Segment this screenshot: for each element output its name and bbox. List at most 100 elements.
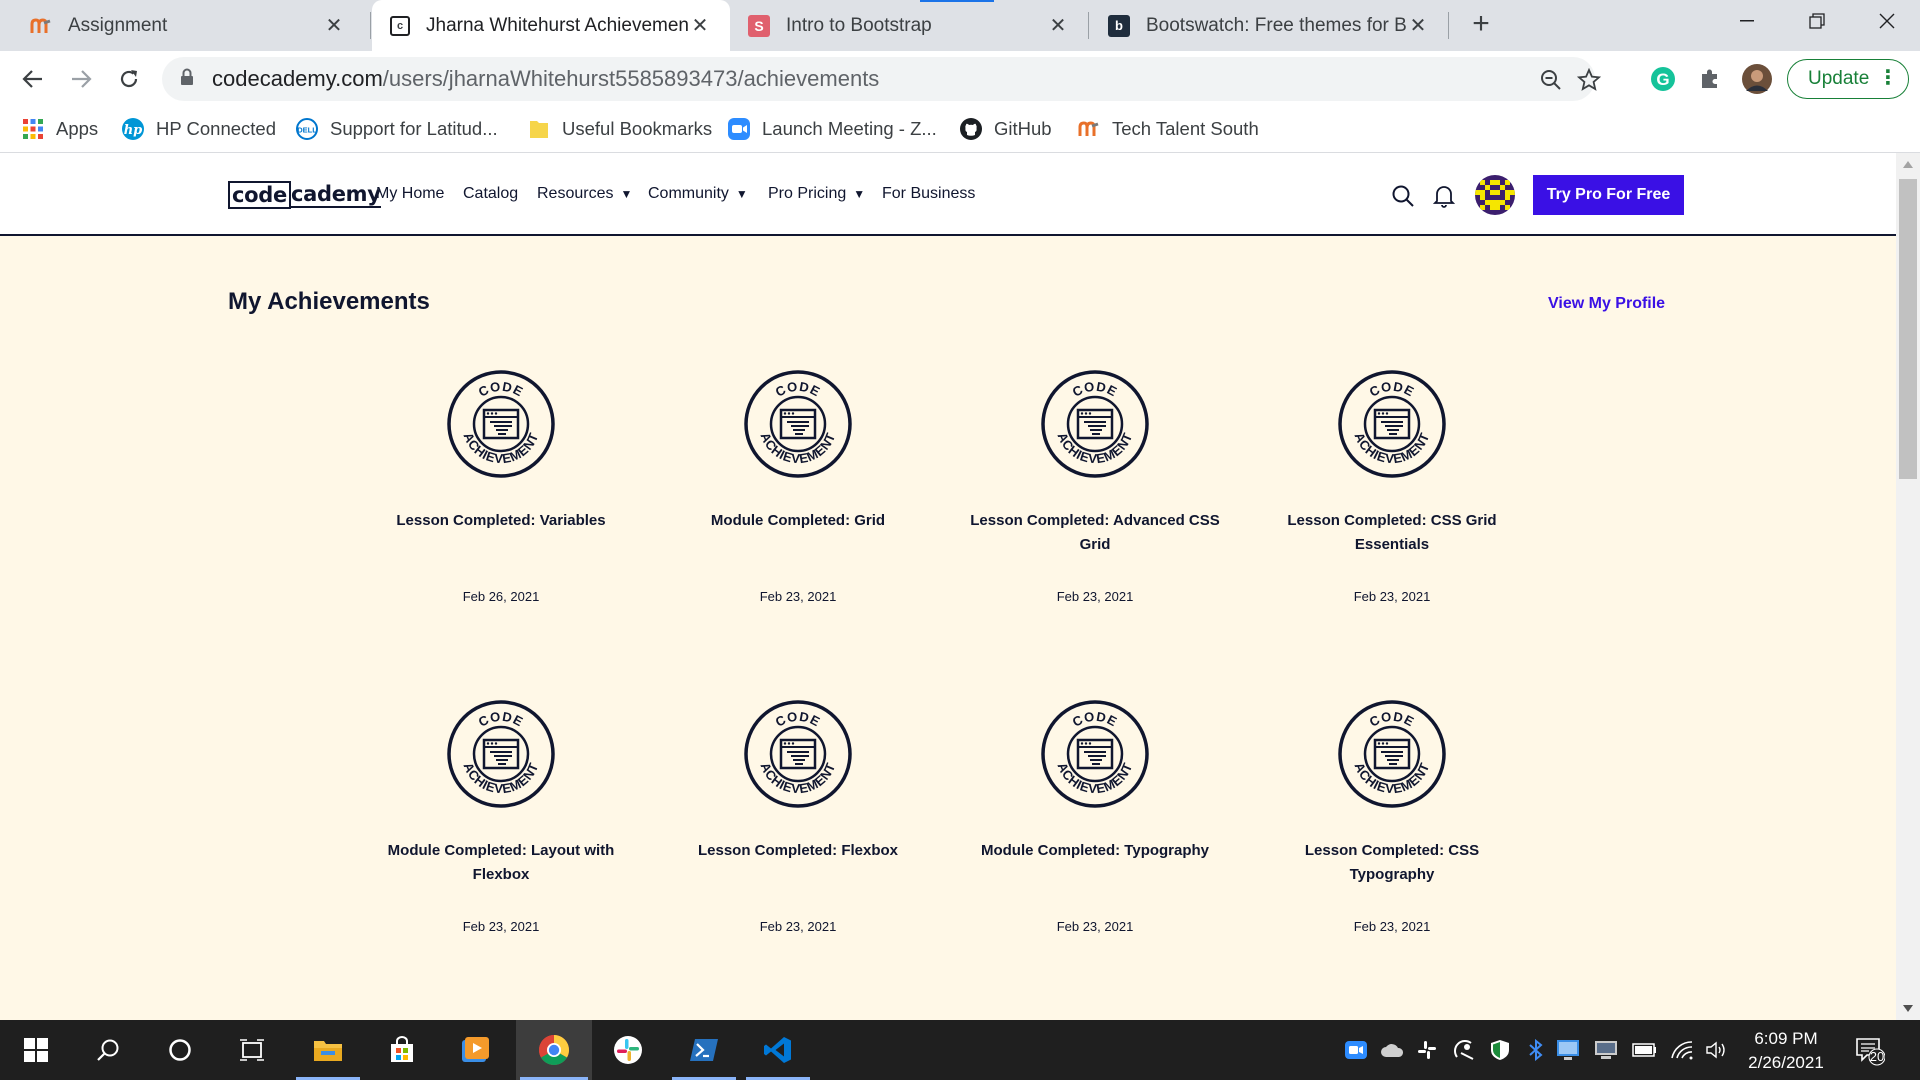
security-shield-icon[interactable] [1488,1038,1512,1062]
bookmark-useful-bookmarks[interactable]: Useful Bookmarks [528,115,712,143]
bookmark-github[interactable]: GitHub [960,115,1052,143]
achievement-name: Module Completed: Typography [980,842,1210,859]
nav-label: Resources [537,185,614,202]
browser-toolbar: codecademy.com/users/jharnaWhitehurst558… [0,51,1920,105]
scroll-down-icon[interactable] [1903,1005,1913,1012]
wifi-icon[interactable] [1670,1038,1694,1062]
profile-avatar-icon[interactable] [1742,64,1772,94]
achievement-card[interactable]: CODE ACHIEVEMENT Lesson Completed: Advan… [965,369,1225,604]
notifications-bell-icon[interactable] [1430,182,1458,210]
extensions-puzzle-icon[interactable] [1695,64,1725,94]
satellite-icon[interactable] [1452,1038,1476,1062]
close-icon[interactable]: ✕ [322,13,346,38]
tab-achievements[interactable]: c Jharna Whitehurst Achievements ✕ [372,0,730,51]
hp-icon: hp [122,118,144,140]
nav-my-home[interactable]: My Home [376,185,444,203]
scroll-up-icon[interactable] [1903,161,1913,168]
minimize-icon[interactable] [1716,0,1778,42]
view-profile-link[interactable]: View My Profile [1548,295,1665,313]
tab-title: Bootswatch: Free themes for Boo [1146,14,1406,36]
tab-intro-bootstrap[interactable]: S Intro to Bootstrap ✕ [730,0,1088,51]
file-explorer-icon[interactable] [292,1020,364,1080]
page-viewport: code cademy My Home Catalog Resources ▼ Co… [0,153,1896,1020]
nav-label: Community [648,185,729,202]
nav-resources[interactable]: Resources ▼ [537,185,632,203]
more-menu-icon[interactable]: ⋮ [1878,67,1898,89]
reload-icon[interactable] [112,62,146,96]
vscode-icon[interactable] [742,1020,814,1080]
user-avatar[interactable] [1475,175,1515,215]
nav-for-business[interactable]: For Business [882,185,975,203]
media-player-icon[interactable] [438,1020,510,1080]
codecademy-logo[interactable]: code cademy [228,180,381,210]
achievement-card[interactable]: CODE ACHIEVEMENT Module Completed: Typog… [965,699,1225,934]
achievement-name: Module Completed: Grid [710,512,886,529]
url-path: /users/jharnaWhitehurst5585893473/achiev… [382,66,880,91]
volume-icon[interactable] [1704,1038,1728,1062]
achievement-card[interactable]: CODE ACHIEVEMENT Lesson Completed: CSS G… [1262,369,1522,604]
tab-bootswatch[interactable]: b Bootswatch: Free themes for Boo ✕ [1090,0,1448,51]
bookmark-hp-connected[interactable]: hp HP Connected [122,115,276,143]
forward-icon[interactable] [64,62,98,96]
achievement-card[interactable]: CODE ACHIEVEMENT Module Completed: Grid … [668,369,928,604]
display-icon[interactable] [1594,1038,1618,1062]
achievement-date: Feb 23, 2021 [1056,589,1134,604]
site-header: code cademy My Home Catalog Resources ▼ Co… [0,153,1896,236]
close-icon[interactable]: ✕ [1046,13,1070,38]
cortana-icon[interactable] [144,1020,216,1080]
new-tab-button[interactable]: + [1464,8,1498,42]
powershell-icon[interactable] [668,1020,740,1080]
update-button[interactable]: Update ⋮ [1787,59,1909,99]
nav-catalog[interactable]: Catalog [463,185,518,203]
svg-text:DELL: DELL [297,126,317,135]
zoom-tray-icon[interactable] [1344,1038,1368,1062]
start-icon[interactable] [0,1020,72,1080]
svg-text:ACHIEVEMENT: ACHIEVEMENT [1055,430,1136,466]
task-view-icon[interactable] [216,1020,288,1080]
achievement-card[interactable]: CODE ACHIEVEMENT Lesson Completed: Flexb… [668,699,928,934]
bookmark-zoom-meeting[interactable]: Launch Meeting - Z... [728,115,937,143]
search-icon[interactable] [72,1020,144,1080]
bookmark-label: Tech Talent South [1112,118,1259,139]
slack-icon[interactable] [592,1020,664,1080]
svg-text:ACHIEVEMENT: ACHIEVEMENT [1352,430,1433,466]
back-icon[interactable] [16,62,50,96]
page-title: My Achievements [228,288,430,315]
bookmark-dell-support[interactable]: DELL Support for Latitud... [296,115,498,143]
grammarly-icon[interactable]: G [1648,64,1678,94]
bookmark-star-icon[interactable] [1576,67,1602,93]
achievement-card[interactable]: CODE ACHIEVEMENT Lesson Completed: Varia… [371,369,631,604]
try-pro-button[interactable]: Try Pro For Free [1533,175,1684,215]
page-scrollbar[interactable] [1896,153,1920,1020]
svg-text:ACHIEVEMENT: ACHIEVEMENT [758,760,839,796]
store-icon[interactable] [366,1020,438,1080]
url-text: codecademy.com/users/jharnaWhitehurst558… [212,66,879,92]
bookmark-label: HP Connected [156,118,276,139]
notification-center-icon[interactable]: 20 [1855,1036,1886,1066]
onedrive-icon[interactable] [1380,1038,1404,1062]
bookmark-apps[interactable]: Apps [22,115,98,143]
bookmarks-bar: Apps hp HP Connected DELL Support for La… [0,105,1920,153]
close-icon[interactable]: ✕ [688,13,712,38]
chrome-icon[interactable] [516,1020,592,1080]
zoom-out-icon[interactable] [1538,67,1564,93]
system-clock[interactable]: 6:09 PM 2/26/2021 [1730,1027,1842,1075]
nav-pro-pricing[interactable]: Pro Pricing ▼ [768,185,865,203]
address-bar[interactable]: codecademy.com/users/jharnaWhitehurst558… [162,57,1601,101]
tab-assignment[interactable]: Assignment ✕ [12,0,364,51]
nav-community[interactable]: Community ▼ [648,185,748,203]
achievement-card[interactable]: CODE ACHIEVEMENT Module Completed: Layou… [371,699,631,934]
close-icon[interactable]: ✕ [1406,13,1430,38]
chevron-down-icon: ▼ [735,187,748,201]
window-close-icon[interactable] [1856,0,1918,42]
battery-icon[interactable] [1632,1038,1656,1062]
codecademy-icon: c [390,15,410,36]
bookmark-tech-talent-south[interactable]: Tech Talent South [1078,115,1259,143]
search-icon[interactable] [1389,182,1417,210]
bluetooth-icon[interactable] [1524,1038,1548,1062]
restore-icon[interactable] [1786,0,1848,42]
achievement-card[interactable]: CODE ACHIEVEMENT Lesson Completed: CSS T… [1262,699,1522,934]
network-monitor-icon[interactable] [1556,1038,1580,1062]
slack-tray-icon[interactable] [1415,1038,1439,1062]
scrollbar-thumb[interactable] [1899,179,1917,479]
